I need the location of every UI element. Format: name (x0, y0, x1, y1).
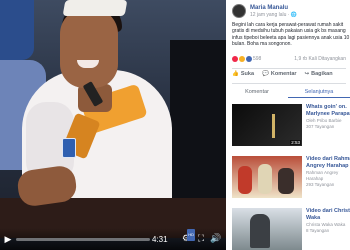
like-reaction-icon (246, 56, 252, 62)
related-thumbnail[interactable] (232, 208, 302, 250)
related-title[interactable]: Video dari Rahman Angrey Harahap (306, 156, 350, 169)
reaction-count: 598 (253, 56, 262, 62)
love-reaction-icon (232, 56, 238, 62)
reactions-bar: 598 1,9 rb Kali Ditayangkan (232, 56, 346, 62)
progress-bar[interactable] (16, 238, 150, 241)
related-video[interactable]: Video dari Christa Waka Christa Waka Wak… (232, 208, 350, 250)
play-icon[interactable]: ▶ (2, 233, 14, 245)
panel-tabs: Komentar Selanjutnya (226, 86, 350, 98)
video-frame[interactable] (0, 0, 226, 250)
post-meta: 12 jam yang lalu · 🌐 (250, 11, 298, 18)
post-panel: Maria Manalu 12 jam yang lalu · 🌐 Begini… (226, 0, 350, 250)
divider (232, 83, 346, 84)
nurse-face (60, 8, 118, 88)
haha-reaction-icon (239, 56, 245, 62)
share-icon: ↪ (304, 71, 310, 77)
author-name[interactable]: Maria Manalu (250, 5, 297, 11)
video-player[interactable]: ▶ 4:31 ⚙ HD ⛶ 🔊 (0, 0, 226, 250)
tab-next[interactable]: Selanjutnya (288, 86, 350, 98)
reaction-icons[interactable]: 598 (232, 56, 261, 62)
related-thumbnail[interactable]: 2:53 (232, 104, 302, 146)
like-icon: 👍 (232, 71, 239, 77)
post-caption: Begini lah cara kerja perawat-perawat ru… (232, 22, 350, 48)
tab-comments[interactable]: Komentar (226, 86, 288, 98)
post-actions: 👍 Suka 💬 Komentar ↪ Bagikan (232, 71, 348, 77)
video-duration: 2:53 (290, 140, 301, 145)
settings-icon[interactable]: ⚙ HD (180, 229, 195, 244)
comment-button[interactable]: 💬 Komentar (262, 71, 297, 77)
background-person (0, 0, 34, 60)
related-subtitle: Oleh Pribo Barbie 307 Tayangan (306, 118, 342, 129)
related-video[interactable]: Video dari Rahman Angrey Harahap Rahman … (232, 156, 350, 202)
view-count: 1,9 rb Kali Ditayangkan (294, 56, 346, 62)
related-thumbnail[interactable] (232, 156, 302, 198)
post-header: Maria Manalu 12 jam yang lalu · 🌐 (232, 4, 297, 18)
nurse-cap (62, 0, 128, 16)
related-title[interactable]: Whats goin' on. Marlynee Parapat (306, 104, 350, 117)
id-badge (62, 138, 76, 158)
player-controls: ▶ 4:31 ⚙ HD ⛶ 🔊 (0, 228, 226, 250)
related-subtitle: Rahman Angrey Harahap 293 Tayangan (306, 170, 339, 187)
like-button[interactable]: 👍 Suka (232, 71, 254, 77)
share-button[interactable]: ↪ Bagikan (305, 71, 333, 77)
fullscreen-icon[interactable]: ⛶ (195, 232, 207, 244)
hd-badge: HD (187, 229, 195, 241)
related-subtitle: Christa Waka Waka 8 Tayangan (306, 222, 346, 233)
avatar[interactable] (232, 4, 246, 18)
divider (232, 68, 346, 69)
related-title[interactable]: Video dari Christa Waka (306, 208, 350, 221)
comment-icon: 💬 (262, 71, 269, 77)
current-time: 4:31 (152, 235, 168, 244)
related-video[interactable]: 2:53 Whats goin' on. Marlynee Parapat Ol… (232, 104, 350, 150)
volume-icon[interactable]: 🔊 (210, 232, 222, 244)
